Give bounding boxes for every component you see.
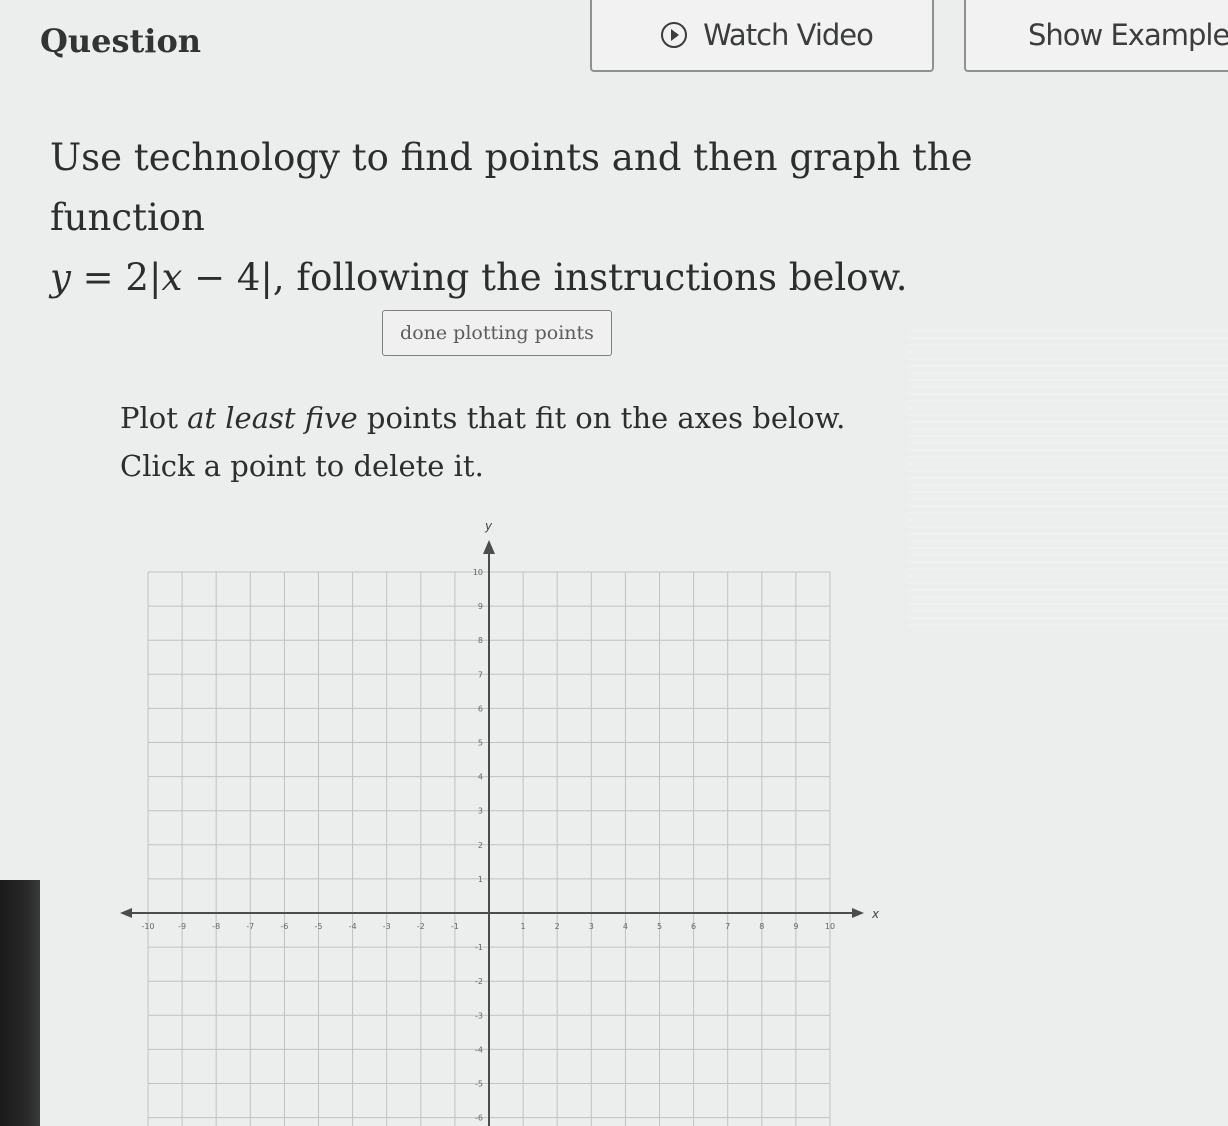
x-tick-label: -5 (315, 922, 323, 931)
function-expression: y = 2|x − 4| (50, 256, 273, 299)
play-icon (661, 22, 688, 48)
x-axis-arrow-left (120, 908, 132, 918)
x-tick-label: 7 (725, 922, 730, 931)
y-tick-label: 3 (478, 807, 483, 816)
math-y: y (50, 256, 71, 299)
x-tick-label: 1 (521, 922, 526, 931)
show-examples-label: Show Example (1028, 18, 1228, 52)
y-tick-label: 4 (478, 773, 483, 782)
show-examples-button[interactable]: Show Example (964, 0, 1228, 72)
y-tick-label: -6 (475, 1114, 483, 1123)
x-tick-label: 6 (691, 922, 696, 931)
instructions-part-1: Plot (120, 401, 188, 435)
instructions-emphasis: at least five (187, 401, 358, 435)
done-plotting-button[interactable]: done plotting points (382, 310, 612, 356)
y-tick-label: -2 (475, 977, 483, 986)
y-tick-label: 2 (478, 841, 483, 850)
x-tick-label: -4 (349, 922, 357, 931)
watch-video-label: Watch Video (703, 18, 874, 52)
math-minus-four: − 4| (194, 256, 273, 299)
screen-glare (908, 330, 1228, 630)
axes (120, 540, 864, 1126)
y-tick-label: -3 (475, 1011, 483, 1020)
math-equals-two: = 2| (82, 256, 162, 299)
x-tick-label: 9 (793, 922, 798, 931)
question-prompt: Use technology to find points and then g… (50, 128, 1090, 308)
y-tick-label: 1 (478, 875, 483, 884)
x-tick-label: 10 (825, 922, 835, 931)
x-tick-label: -6 (280, 922, 288, 931)
x-tick-label: -1 (451, 922, 459, 931)
x-tick-label: -10 (141, 922, 154, 931)
x-tick-label: 5 (657, 922, 662, 931)
x-tick-label: -8 (212, 922, 220, 931)
y-axis-label: y (484, 519, 493, 533)
y-tick-label: 7 (478, 670, 483, 679)
y-tick-label: 5 (478, 739, 483, 748)
plot-instructions: Plot at least five points that fit on th… (120, 394, 920, 490)
x-tick-label: 2 (555, 922, 560, 931)
y-tick-label: -4 (475, 1045, 483, 1054)
coordinate-plane[interactable]: -10 -9 -8 -7 -6 -5 -4 -3 -2 -1 1 2 3 4 5 6 7 8 9 10 10 9 8 7 6 5… (120, 500, 900, 1126)
y-tick-label: 8 (478, 636, 483, 645)
x-tick-label: -9 (178, 922, 186, 931)
x-tick-label: 3 (589, 922, 594, 931)
y-axis-arrow-up (483, 540, 495, 554)
x-axis-arrow-right (852, 908, 864, 918)
y-tick-label: 10 (473, 568, 483, 577)
y-tick-label: -1 (475, 943, 483, 952)
question-heading: Question (40, 22, 202, 60)
x-axis-label: x (871, 907, 880, 921)
x-tick-label: -2 (417, 922, 425, 931)
x-tick-label: -3 (383, 922, 391, 931)
y-tick-label: 9 (478, 602, 483, 611)
prompt-line-2-suffix: , following the instructions below. (272, 256, 908, 299)
x-tick-label: -7 (246, 922, 254, 931)
screen-bezel-shadow (0, 880, 40, 1126)
prompt-line-1: Use technology to find points and then g… (50, 136, 973, 239)
y-tick-label: 6 (478, 704, 483, 713)
math-x: x (161, 256, 183, 299)
watch-video-button[interactable]: Watch Video (590, 0, 934, 72)
y-tick-label: -5 (475, 1080, 483, 1089)
x-tick-label: 8 (759, 922, 764, 931)
x-tick-label: 4 (623, 922, 628, 931)
